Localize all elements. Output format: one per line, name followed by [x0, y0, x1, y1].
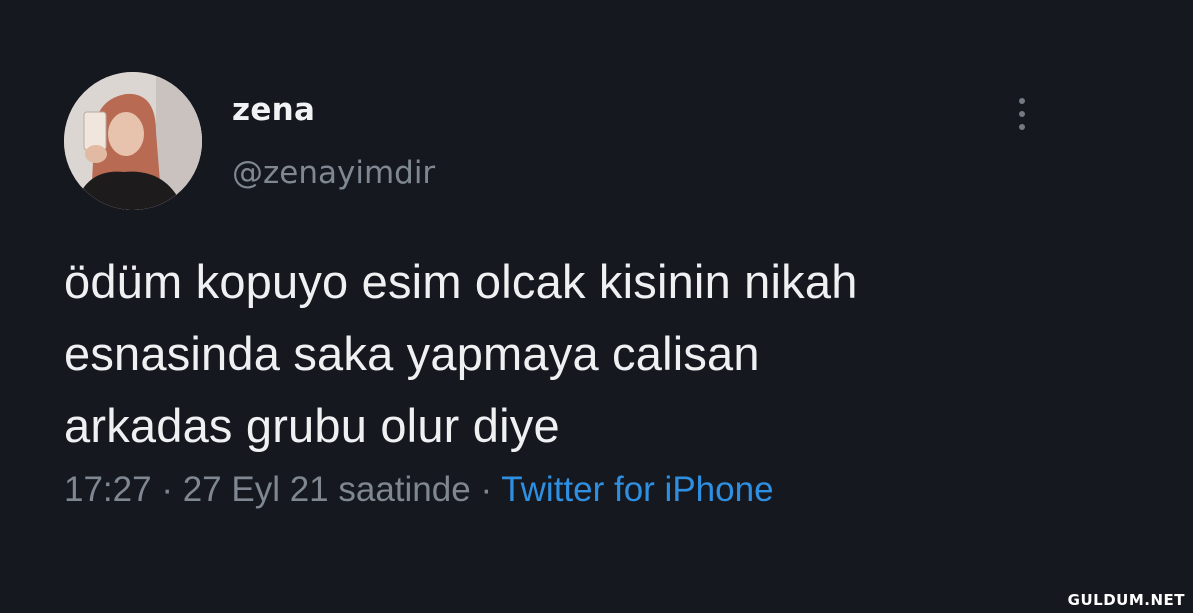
tweet-text-line: arkadas grubu olur diye: [64, 399, 560, 452]
user-handle[interactable]: @zenayimdir: [232, 155, 435, 191]
vertical-ellipsis-icon: [1019, 124, 1025, 130]
vertical-ellipsis-icon: [1019, 111, 1025, 117]
vertical-ellipsis-icon: [1019, 98, 1025, 104]
tweet-text: ödüm kopuyo esim olcak kisinin nikah esn…: [64, 246, 1074, 462]
more-options-button[interactable]: [1006, 94, 1038, 134]
watermark: GULDUM.NET: [1067, 591, 1185, 609]
meta-separator: ·: [161, 470, 173, 509]
tweet-date[interactable]: 27 Eyl 21 saatinde: [183, 470, 471, 509]
tweet-card: zena @zenayimdir ödüm kopuyo esim olcak …: [0, 0, 1193, 613]
display-name[interactable]: zena: [232, 92, 315, 128]
avatar[interactable]: [64, 72, 202, 210]
tweet-text-line: ödüm kopuyo esim olcak kisinin nikah: [64, 255, 858, 308]
avatar-image: [64, 72, 202, 210]
tweet-text-line: esnasinda saka yapmaya calisan: [64, 327, 760, 380]
tweet-source-link[interactable]: Twitter for iPhone: [501, 470, 773, 509]
tweet-meta: 17:27 · 27 Eyl 21 saatinde · Twitter for…: [64, 470, 774, 510]
tweet-time[interactable]: 17:27: [64, 470, 152, 509]
meta-separator: ·: [480, 470, 493, 509]
